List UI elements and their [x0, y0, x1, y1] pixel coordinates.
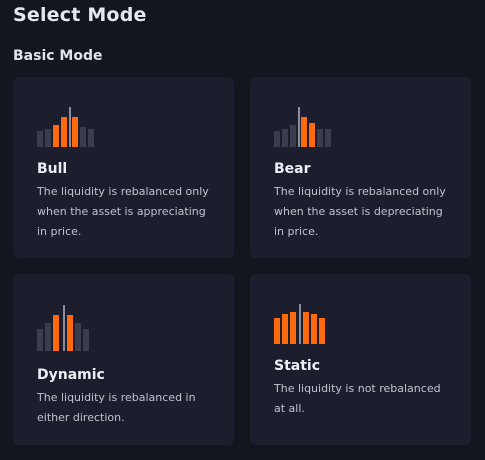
- mode-card-bull[interactable]: Bull The liquidity is rebalanced only wh…: [13, 77, 234, 258]
- mode-title: Bear: [274, 161, 311, 177]
- mode-title: Dynamic: [37, 367, 105, 383]
- mode-card-dynamic[interactable]: Dynamic The liquidity is rebalanced in e…: [13, 274, 234, 445]
- static-distribution-icon: [274, 302, 334, 344]
- select-mode-panel: Select Mode Basic Mode Bull The liquidit…: [0, 0, 485, 460]
- page-title: Select Mode: [13, 4, 147, 26]
- section-title-basic-mode: Basic Mode: [13, 48, 103, 64]
- mode-description: The liquidity is not rebalanced at all.: [274, 382, 441, 415]
- mode-description: The liquidity is rebalanced only when th…: [274, 185, 446, 238]
- mode-card-static[interactable]: Static The liquidity is not rebalanced a…: [250, 274, 471, 445]
- mode-title: Bull: [37, 161, 68, 177]
- mode-card-bear[interactable]: Bear The liquidity is rebalanced only wh…: [250, 77, 471, 258]
- mode-description: The liquidity is rebalanced only when th…: [37, 185, 209, 238]
- bear-distribution-icon: [274, 105, 334, 147]
- bull-distribution-icon: [37, 105, 97, 147]
- mode-title: Static: [274, 358, 321, 374]
- dynamic-distribution-icon: [37, 305, 97, 351]
- mode-description: The liquidity is rebalanced in either di…: [37, 391, 196, 424]
